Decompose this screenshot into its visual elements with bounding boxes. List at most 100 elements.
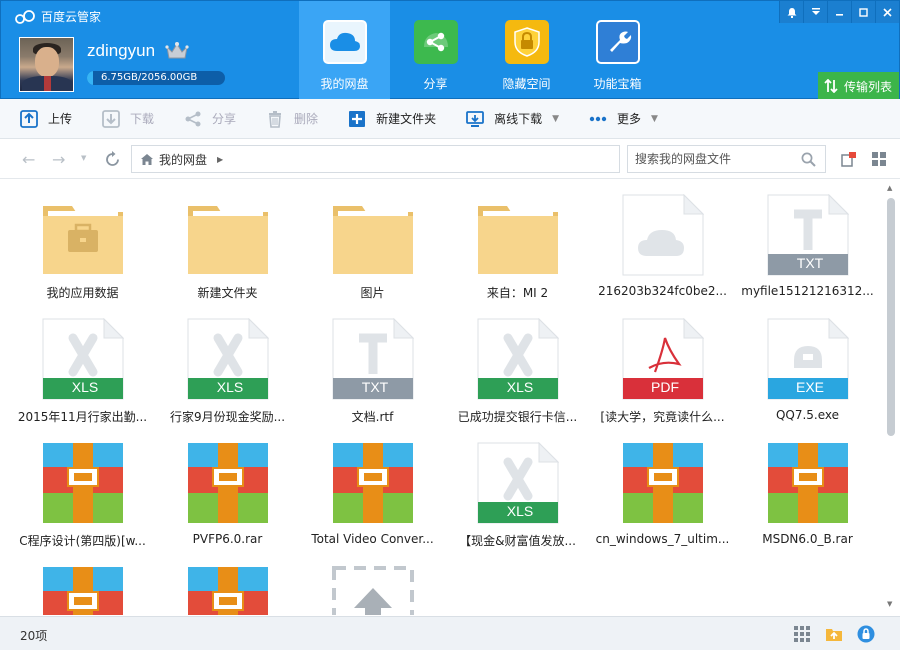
new-folder-button[interactable]: 新建文件夹 — [348, 99, 436, 139]
file-item[interactable]: XLS 行家9月份现金奖励... — [155, 304, 300, 428]
scroll-up-icon[interactable]: ▲ — [887, 184, 892, 192]
breadcrumb[interactable]: 我的网盘 ▶ — [131, 145, 620, 173]
scroll-down-icon[interactable]: ▼ — [887, 600, 892, 608]
breadcrumb-arrow-icon[interactable]: ▶ — [217, 155, 223, 164]
rar-archive-icon — [332, 442, 414, 524]
safe-lock-icon[interactable] — [857, 625, 875, 643]
file-name: myfile15121216312... — [741, 284, 874, 298]
item-count: 20项 — [20, 629, 48, 643]
tab-hidden-space[interactable]: 隐藏空间 — [481, 1, 572, 99]
delete-button[interactable]: 删除 — [266, 99, 318, 139]
file-item[interactable]: XLS 已成功提交银行卡信... — [445, 304, 590, 428]
download-icon — [102, 109, 120, 128]
window-controls — [779, 1, 899, 23]
file-name: 图片 — [360, 286, 385, 300]
file-item[interactable]: MSDN6.0_B.rar — [735, 428, 880, 552]
rar-archive-icon — [42, 566, 124, 615]
username[interactable]: zdingyun — [87, 41, 155, 61]
file-type-badge: XLS — [506, 503, 534, 519]
minimize-icon[interactable] — [827, 1, 851, 23]
file-name: 行家9月份现金奖励... — [169, 410, 286, 424]
file-item[interactable]: 我的应用数据 — [10, 180, 155, 304]
file-item[interactable] — [155, 552, 300, 615]
upload-folder-icon[interactable] — [825, 625, 843, 643]
thumbnail-view-icon[interactable] — [841, 151, 857, 167]
chevron-down-icon[interactable]: ▼ — [552, 114, 559, 124]
tab-share[interactable]: 分享 — [390, 1, 481, 99]
back-arrow-icon[interactable]: ← — [22, 150, 35, 169]
download-button[interactable]: 下载 — [102, 99, 154, 139]
maximize-icon[interactable] — [851, 1, 875, 23]
file-item[interactable] — [10, 552, 155, 615]
history-dropdown-icon[interactable]: ▼ — [81, 154, 86, 162]
file-item[interactable]: cn_windows_7_ultim... — [590, 428, 735, 552]
refresh-icon[interactable] — [104, 151, 121, 168]
search-icon[interactable] — [801, 152, 816, 167]
cloud-file-icon — [622, 193, 704, 276]
forward-arrow-icon[interactable]: → — [52, 150, 65, 169]
share-button[interactable]: 分享 — [184, 99, 236, 139]
file-item[interactable]: 新建文件夹 — [155, 180, 300, 304]
file-type-badge: EXE — [795, 379, 824, 395]
toolbar: 上传 下载 分享 删除 新建文件夹 离线下载 ▼ 更多 ▼ — [0, 99, 900, 139]
baidu-cloud-logo-icon — [15, 9, 35, 24]
scroll-thumb[interactable] — [887, 198, 895, 436]
file-type-badge: XLS — [506, 379, 534, 395]
file-item[interactable]: 来自：MI 2 — [445, 180, 590, 304]
menu-dropdown-icon[interactable] — [803, 1, 827, 23]
upload-button[interactable]: 上传 — [20, 99, 72, 139]
grid-view-icon[interactable] — [871, 151, 887, 167]
file-name: PVFP6.0.rar — [192, 532, 263, 546]
rar-archive-icon — [42, 442, 124, 524]
file-name: 【现金&财富值发放... — [459, 534, 576, 548]
more-button[interactable]: 更多 ▼ — [589, 99, 658, 139]
grid-layout-icon[interactable] — [793, 625, 811, 643]
file-name: cn_windows_7_ultim... — [595, 532, 730, 546]
avatar[interactable] — [19, 37, 74, 92]
notification-bell-icon[interactable] — [779, 1, 803, 23]
offline-download-button[interactable]: 离线下载 ▼ — [466, 99, 559, 139]
vip-crown-icon[interactable] — [165, 41, 189, 61]
cloud-icon — [322, 20, 367, 64]
transfer-list-button[interactable]: 传输列表 — [818, 72, 899, 100]
file-name: 我的应用数据 — [46, 286, 119, 300]
file-name: Total Video Conver... — [311, 532, 434, 546]
file-name: 216203b324fc0be2... — [598, 284, 727, 298]
status-bar: 20项 — [0, 616, 900, 650]
search-input[interactable] — [628, 146, 793, 172]
add-folder-icon — [349, 110, 366, 127]
upload-arrow-icon — [331, 566, 414, 615]
file-item[interactable]: TXT 文档.rtf — [300, 304, 445, 428]
file-item[interactable]: EXE QQ7.5.exe — [735, 304, 880, 428]
file-item[interactable]: 图片 — [300, 180, 445, 304]
file-item[interactable]: 216203b324fc0be2... — [590, 180, 735, 304]
file-type-badge: PDF — [651, 379, 679, 395]
upload-placeholder[interactable] — [300, 552, 445, 615]
file-item[interactable]: PDF [读大学，究竟读什么... — [590, 304, 735, 428]
file-item[interactable]: PVFP6.0.rar — [155, 428, 300, 552]
file-name: 已成功提交银行卡信... — [457, 410, 578, 424]
offline-download-icon — [466, 110, 484, 127]
file-item[interactable]: TXT myfile15121216312... — [735, 180, 880, 304]
breadcrumb-item-my-disk[interactable]: 我的网盘 — [159, 151, 207, 168]
lock-shield-icon — [504, 20, 549, 64]
file-item[interactable]: C程序设计(第四版)[w... — [10, 428, 155, 552]
tab-toolbox[interactable]: 功能宝箱 — [572, 1, 663, 99]
folder-icon — [332, 194, 414, 276]
file-name: 文档.rtf — [351, 410, 394, 424]
file-type-badge: TXT — [361, 379, 389, 395]
file-item[interactable]: XLS 2015年11月行家出勤... — [10, 304, 155, 428]
trash-icon — [269, 110, 282, 128]
vertical-scrollbar[interactable]: ▲ ▼ — [884, 180, 900, 615]
chevron-down-icon[interactable]: ▼ — [651, 114, 658, 124]
close-icon[interactable] — [875, 1, 899, 23]
address-bar: ← → ▼ 我的网盘 ▶ — [0, 140, 900, 179]
share-icon — [185, 111, 201, 126]
wrench-icon — [595, 20, 640, 64]
file-item[interactable]: Total Video Conver... — [300, 428, 445, 552]
home-icon[interactable] — [140, 153, 154, 166]
file-name: 来自：MI 2 — [486, 286, 549, 300]
search-box — [627, 145, 826, 173]
file-item[interactable]: XLS 【现金&财富值发放... — [445, 428, 590, 552]
tab-my-disk[interactable]: 我的网盘 — [299, 1, 390, 99]
